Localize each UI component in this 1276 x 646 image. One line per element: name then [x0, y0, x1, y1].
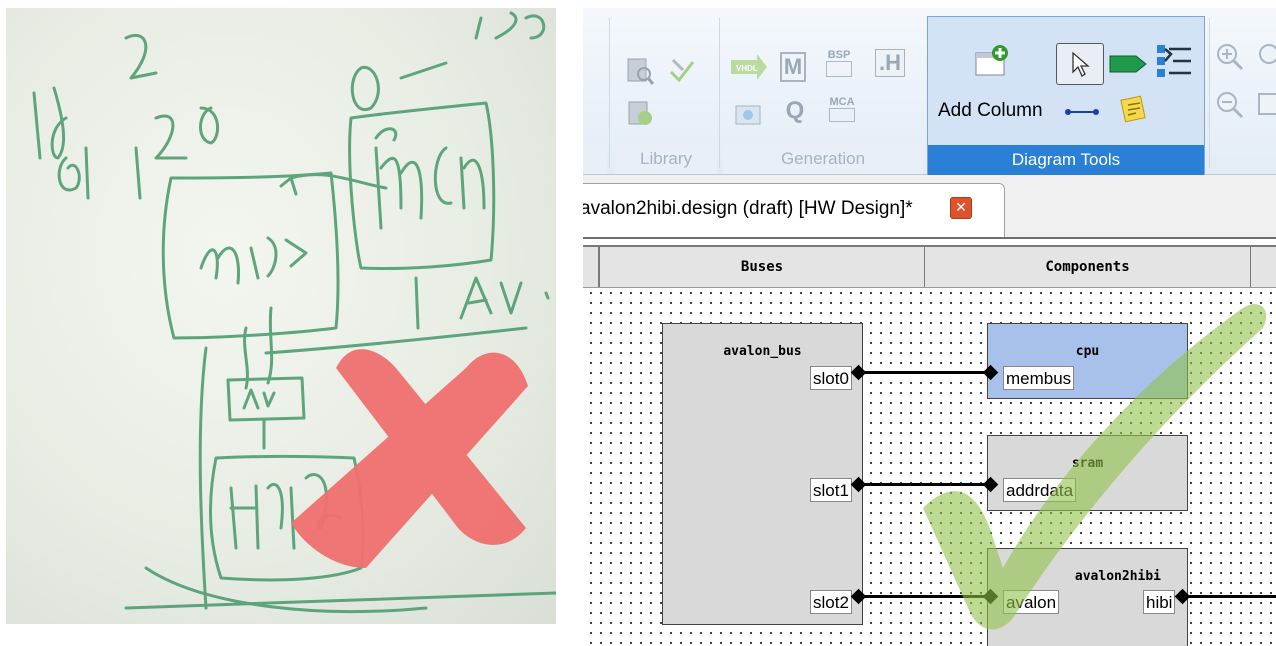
close-icon[interactable]: ✕ — [950, 197, 972, 219]
connection-slot2-avalon[interactable] — [859, 595, 991, 598]
component-port-membus[interactable]: membus — [1003, 366, 1075, 390]
bsp-generator-icon[interactable]: BSP — [819, 46, 859, 80]
vhdl-generator-icon[interactable]: VHDL — [729, 50, 769, 84]
component-name: avalon2hibi — [1074, 569, 1161, 584]
whiteboard-sketch — [32, 11, 556, 614]
column-header-components[interactable]: Components — [924, 247, 1251, 287]
quartus-generator-icon[interactable]: Q — [775, 94, 815, 128]
ribbon-group-label-diagram-tools: Diagram Tools — [928, 145, 1204, 175]
ribbon-group-label-generation: Generation — [723, 144, 923, 174]
vhdl-text: VHDL — [736, 64, 758, 73]
ribbon-toolbar: Library VHDL M BSP .H Q MCA Generation A… — [583, 8, 1276, 176]
connection-slot0-membus[interactable] — [859, 371, 991, 374]
component-name: cpu — [1075, 344, 1100, 359]
ribbon-group-library: Library — [615, 16, 717, 174]
ribbon-group-partial — [583, 16, 607, 174]
column-header-next — [1250, 247, 1276, 287]
column-header-buses[interactable]: Buses — [599, 247, 925, 287]
draw-interface-icon[interactable] — [1108, 47, 1148, 81]
tab-avalon2hibi-design[interactable]: avalon2hibi.design (draft) [HW Design]* … — [583, 183, 1005, 238]
tab-title: avalon2hibi.design (draft) [HW Design]* — [583, 198, 913, 219]
connection-slot1-addrdata[interactable] — [859, 483, 991, 486]
bus-port-slot2[interactable]: slot2 — [810, 590, 852, 614]
draw-connection-icon[interactable] — [1064, 97, 1100, 127]
zoom-extra-icon[interactable] — [1255, 40, 1276, 74]
document-tab-bar: avalon2hibi.design (draft) [HW Design]* … — [583, 175, 1276, 238]
ribbon-group-label-library: Library — [615, 144, 717, 174]
hierarchy-tool-icon[interactable] — [1154, 41, 1194, 81]
column-header-bar: Buses Components — [583, 245, 1276, 288]
mca-generator-icon[interactable]: MCA — [823, 92, 861, 126]
add-column-button[interactable]: Add Column — [938, 100, 1043, 122]
ribbon-group-diagram-tools: Add Column Diagram Tools — [927, 16, 1205, 176]
column-header-partial — [583, 247, 599, 287]
library-search-icon[interactable] — [623, 54, 657, 88]
ribbon-group-generation: VHDL M BSP .H Q MCA Generation — [723, 16, 923, 174]
select-tool-icon[interactable] — [1056, 43, 1104, 85]
bus-port-slot1[interactable]: slot1 — [810, 478, 852, 502]
library-verify-icon[interactable] — [665, 54, 699, 88]
component-port-avalon[interactable]: avalon — [1003, 590, 1060, 614]
mca-text: MCA — [829, 96, 855, 108]
bus-port-slot0[interactable]: slot0 — [810, 366, 852, 390]
sticky-note-icon[interactable] — [1116, 91, 1152, 127]
header-generator-icon[interactable]: .H — [871, 46, 909, 80]
whiteboard-photo — [6, 8, 556, 624]
component-port-addrdata[interactable]: addrdata — [1003, 478, 1077, 502]
component-port-hibi[interactable]: hibi — [1143, 590, 1176, 614]
bus-name: avalon_bus — [723, 344, 802, 359]
model-generator-icon[interactable]: M — [775, 50, 811, 84]
bsp-text: BSP — [827, 49, 851, 61]
library-refresh-icon[interactable] — [623, 96, 657, 130]
zoom-in-icon[interactable] — [1213, 40, 1247, 74]
zoom-out-icon[interactable] — [1213, 88, 1247, 122]
zoom-fit-icon[interactable] — [1255, 88, 1276, 122]
connection-hibi-out[interactable] — [1183, 595, 1276, 598]
design-editor-window: Library VHDL M BSP .H Q MCA Generation A… — [583, 8, 1276, 646]
add-column-icon[interactable] — [970, 41, 1014, 81]
tab-divider — [583, 237, 1276, 239]
documentation-icon[interactable] — [729, 96, 769, 130]
component-name: sram — [1071, 456, 1104, 471]
header-text: .H — [875, 49, 905, 77]
